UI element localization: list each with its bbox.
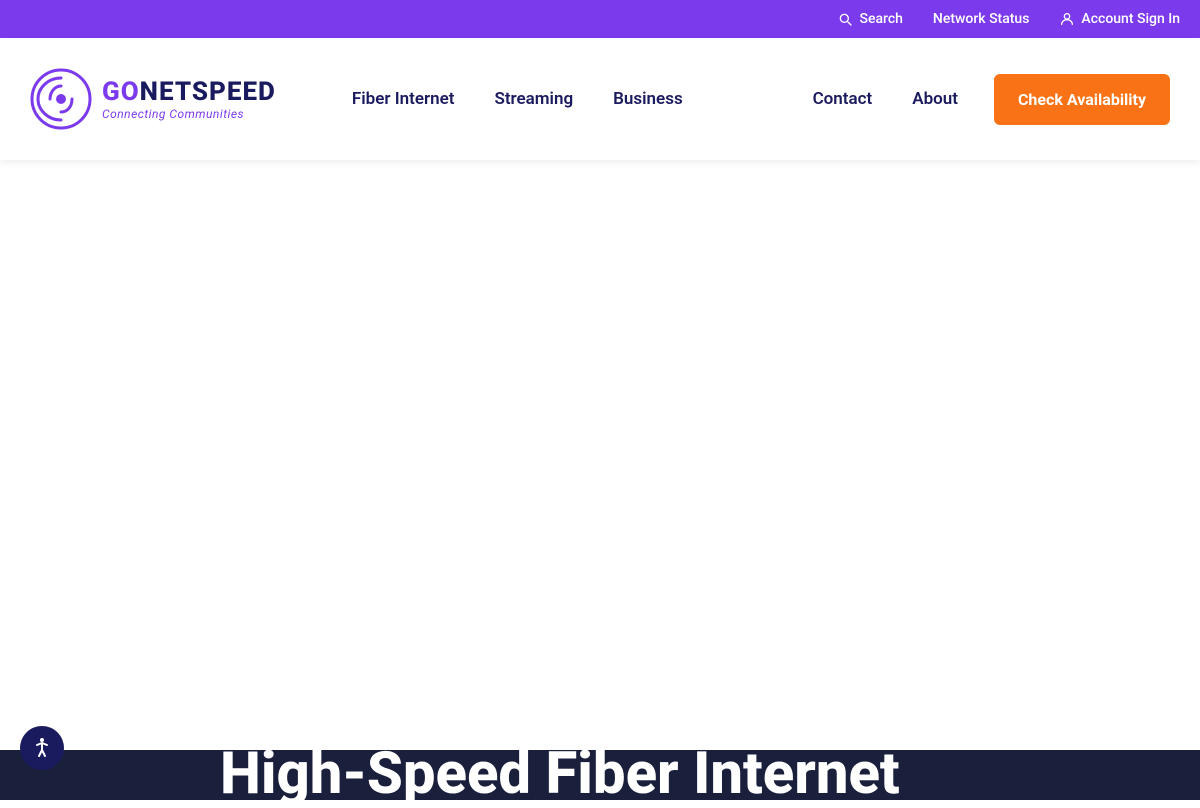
search-label: Search — [859, 11, 902, 27]
hero-title: High-Speed Fiber Internet — [220, 743, 900, 807]
nav-links: Fiber Internet Streaming Business Contac… — [336, 81, 974, 117]
bottom-section: High-Speed Fiber Internet — [0, 750, 1200, 800]
main-content — [0, 160, 1200, 750]
logo-name: GONETSPEED — [102, 77, 276, 107]
check-availability-label: Check Availability — [1018, 90, 1146, 109]
network-status-label: Network Status — [933, 11, 1030, 27]
accessibility-icon — [30, 736, 54, 760]
search-icon — [837, 11, 853, 27]
search-link[interactable]: Search — [837, 11, 902, 27]
network-status-link[interactable]: Network Status — [933, 11, 1030, 27]
check-availability-button[interactable]: Check Availability — [994, 74, 1170, 125]
logo-text: GONETSPEED Connecting Communities — [102, 77, 276, 121]
account-icon — [1059, 11, 1075, 27]
account-sign-in-label: Account Sign In — [1081, 11, 1180, 27]
utility-bar: Search Network Status Account Sign In — [0, 0, 1200, 38]
nav-link-streaming[interactable]: Streaming — [478, 81, 589, 117]
nav-link-fiber-internet[interactable]: Fiber Internet — [336, 81, 471, 117]
main-nav: GONETSPEED Connecting Communities Fiber … — [0, 38, 1200, 160]
nav-link-business[interactable]: Business — [597, 81, 699, 117]
account-sign-in-link[interactable]: Account Sign In — [1059, 11, 1180, 27]
logo[interactable]: GONETSPEED Connecting Communities — [30, 68, 276, 130]
logo-tagline: Connecting Communities — [102, 107, 276, 121]
logo-icon — [30, 68, 92, 130]
nav-link-about[interactable]: About — [896, 81, 974, 117]
accessibility-button[interactable] — [20, 726, 64, 770]
nav-link-contact[interactable]: Contact — [797, 81, 889, 117]
